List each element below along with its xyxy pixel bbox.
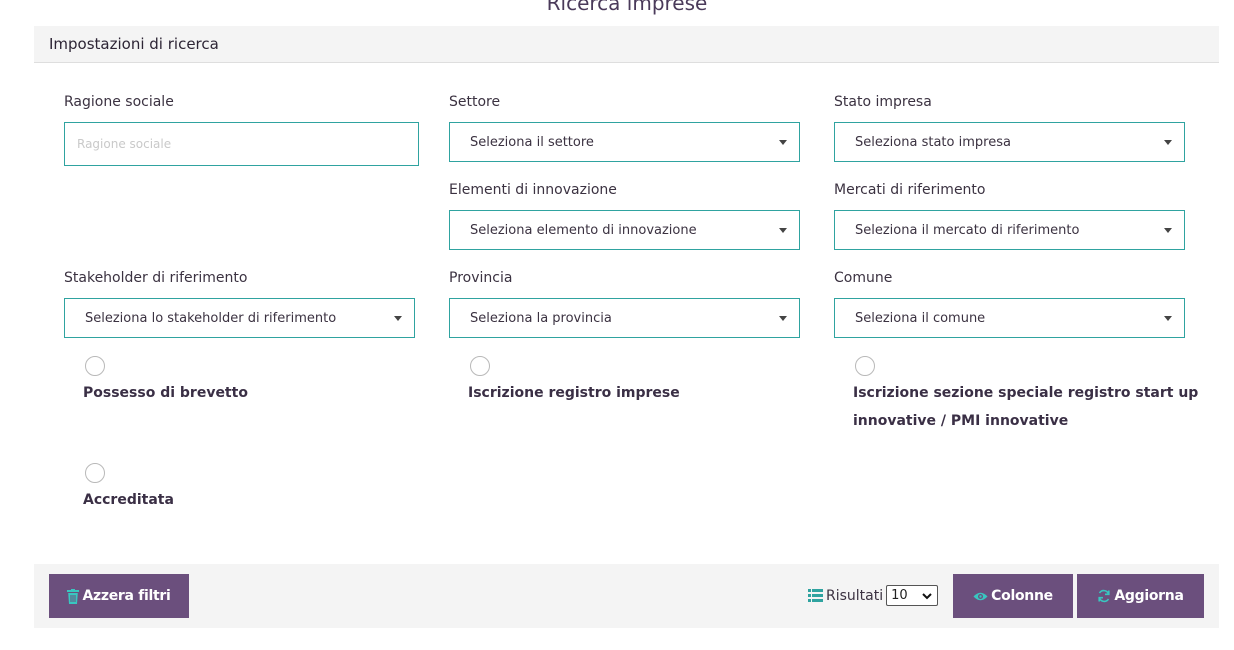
refresh-button[interactable]: Aggiorna	[1077, 574, 1204, 618]
refresh-icon	[1097, 589, 1111, 603]
stato-impresa-select[interactable]: Seleziona stato impresa	[834, 122, 1185, 162]
caret-down-icon	[394, 316, 402, 321]
stato-impresa-selected: Seleziona stato impresa	[855, 135, 1011, 150]
caret-down-icon	[1164, 228, 1172, 233]
stakeholder-select[interactable]: Seleziona lo stakeholder di riferimento	[64, 298, 415, 338]
mercati-riferimento-select[interactable]: Seleziona il mercato di riferimento	[834, 210, 1185, 250]
registro-imprese-label: Iscrizione registro imprese	[468, 385, 680, 401]
caret-down-icon	[779, 316, 787, 321]
settore-select[interactable]: Seleziona il settore	[449, 122, 800, 162]
registro-imprese-radio[interactable]	[470, 356, 490, 376]
caret-down-icon	[1164, 140, 1172, 145]
mercati-riferimento-label: Mercati di riferimento	[834, 182, 986, 198]
accreditata-radio[interactable]	[85, 463, 105, 483]
startup-pmi-radio[interactable]	[855, 356, 875, 376]
comune-select[interactable]: Seleziona il comune	[834, 298, 1185, 338]
provincia-select[interactable]: Seleziona la provincia	[449, 298, 800, 338]
eye-icon	[973, 591, 988, 602]
ragione-sociale-input[interactable]	[64, 122, 419, 166]
provincia-label: Provincia	[449, 270, 513, 286]
settore-label: Settore	[449, 94, 501, 110]
stato-impresa-label: Stato impresa	[834, 94, 932, 110]
accreditata-label: Accreditata	[83, 492, 174, 508]
caret-down-icon	[779, 228, 787, 233]
ragione-sociale-label: Ragione sociale	[64, 94, 174, 110]
panel-header: Impostazioni di ricerca	[34, 26, 1219, 63]
elementi-innovazione-select[interactable]: Seleziona elemento di innovazione	[449, 210, 800, 250]
startup-pmi-label-line1: Iscrizione sezione speciale registro sta…	[853, 385, 1199, 401]
brevetto-radio[interactable]	[85, 356, 105, 376]
caret-down-icon	[1164, 316, 1172, 321]
columns-label: Colonne	[991, 588, 1053, 604]
panel-title: Impostazioni di ricerca	[49, 35, 219, 53]
comune-label: Comune	[834, 270, 893, 286]
stakeholder-selected: Seleziona lo stakeholder di riferimento	[85, 311, 337, 326]
elementi-innovazione-selected: Seleziona elemento di innovazione	[470, 223, 697, 238]
page-title: Ricerca imprese	[546, 0, 708, 15]
results-control: Risultati 10	[808, 585, 939, 606]
elementi-innovazione-label: Elementi di innovazione	[449, 182, 617, 198]
reset-filters-label: Azzera filtri	[82, 588, 171, 604]
caret-down-icon	[779, 140, 787, 145]
comune-selected: Seleziona il comune	[855, 311, 986, 326]
mercati-riferimento-selected: Seleziona il mercato di riferimento	[855, 223, 1080, 238]
refresh-label: Aggiorna	[1114, 588, 1184, 604]
stakeholder-label: Stakeholder di riferimento	[64, 270, 248, 286]
provincia-selected: Seleziona la provincia	[470, 311, 612, 326]
results-label: Risultati	[826, 587, 884, 604]
per-page-value: 10	[891, 588, 908, 603]
per-page-select[interactable]: 10	[886, 585, 939, 606]
brevetto-label: Possesso di brevetto	[83, 385, 248, 401]
list-icon	[808, 589, 823, 602]
columns-button[interactable]: Colonne	[953, 574, 1073, 618]
chevron-down-icon	[922, 590, 932, 605]
startup-pmi-label-line2: innovative / PMI innovative	[853, 413, 1069, 429]
reset-filters-button[interactable]: Azzera filtri	[49, 574, 189, 618]
settore-selected: Seleziona il settore	[470, 135, 594, 150]
trash-icon	[67, 588, 80, 604]
